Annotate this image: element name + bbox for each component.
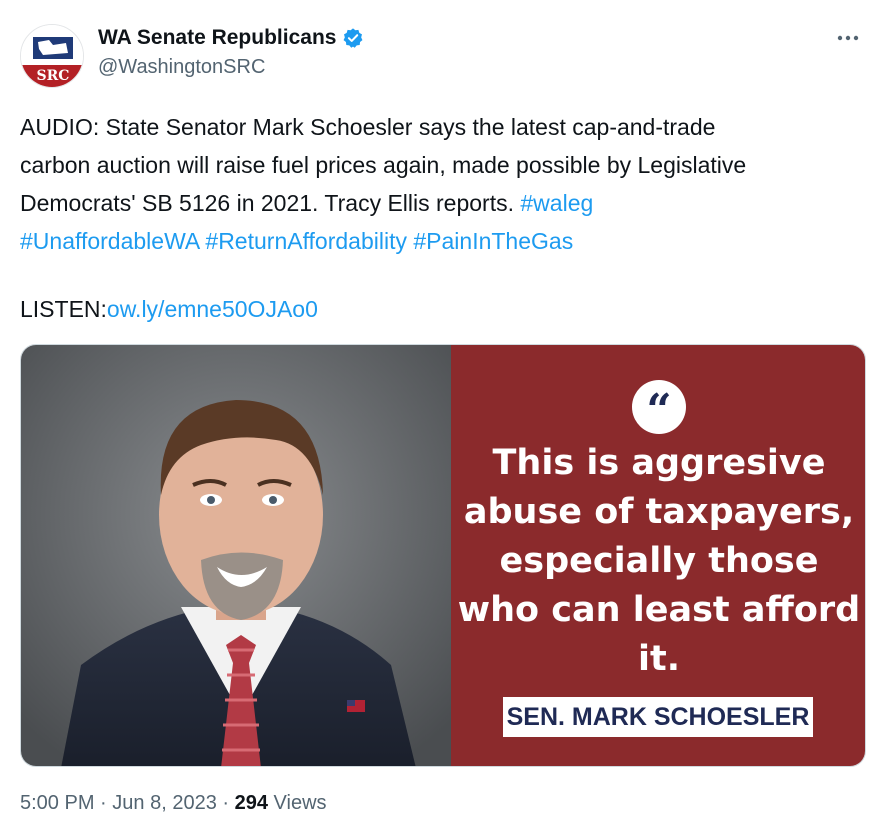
quote-mark-icon: “ <box>632 380 686 435</box>
tweet-line: carbon auction will raise fuel prices ag… <box>20 152 747 178</box>
tweet-text: AUDIO: State Senator Mark Schoesler says… <box>20 108 866 328</box>
more-options-button[interactable] <box>830 20 866 56</box>
svg-text:SRC: SRC <box>37 68 70 84</box>
tweet-line: AUDIO: State Senator Mark Schoesler says… <box>20 114 716 140</box>
quote-text: This is aggresive abuse of taxpayers, es… <box>457 443 861 679</box>
hashtag-returnaffordability[interactable]: #ReturnAffordability <box>205 228 407 254</box>
tweet-line: Democrats' SB 5126 in 2021. Tracy Ellis … <box>20 184 866 222</box>
tweet-date[interactable]: Jun 8, 2023 <box>112 792 217 814</box>
quote-attribution: SEN. MARK SCHOESLER <box>503 697 813 737</box>
hashtag-waleg[interactable]: #waleg <box>520 190 593 216</box>
separator: · <box>100 792 107 814</box>
listen-label: LISTEN: <box>20 296 107 322</box>
views-label: Views <box>273 792 327 814</box>
account-names: WA Senate Republicans @WashingtonSRC <box>98 24 364 79</box>
tweet-time[interactable]: 5:00 PM <box>20 792 94 814</box>
hashtag-line: #UnaffordableWA #ReturnAffordability #Pa… <box>20 222 866 260</box>
account-handle[interactable]: @WashingtonSRC <box>98 56 364 79</box>
src-logo-icon: SRC <box>21 25 83 87</box>
tweet-header: SRC WA Senate Republicans @WashingtonSRC <box>20 20 866 88</box>
avatar[interactable]: SRC <box>20 24 84 88</box>
separator: · <box>222 792 230 814</box>
senator-portrait-image <box>21 345 451 766</box>
views-count: 294 <box>234 792 268 814</box>
verified-badge-icon <box>344 28 363 48</box>
hashtag-paininthegas[interactable]: #PainInTheGas <box>413 228 573 254</box>
tweet-meta: 5:00 PM · Jun 8, 2023 · 294 Views <box>20 792 327 815</box>
svg-text:“: “ <box>646 385 671 435</box>
quote-panel: “ This is aggresive abuse of taxpayers, … <box>451 345 865 766</box>
listen-link[interactable]: ow.ly/emne50OJAo0 <box>107 296 318 322</box>
hashtag-unaffordablewa[interactable]: #UnaffordableWA <box>20 228 199 254</box>
tweet-media[interactable]: “ This is aggresive abuse of taxpayers, … <box>20 344 866 767</box>
listen-line: LISTEN:ow.ly/emne50OJAo0 <box>20 290 866 328</box>
more-dots-icon <box>837 35 859 41</box>
tweet-line-text: Democrats' SB 5126 in 2021. Tracy Ellis … <box>20 190 514 216</box>
display-name[interactable]: WA Senate Republicans <box>98 26 336 50</box>
